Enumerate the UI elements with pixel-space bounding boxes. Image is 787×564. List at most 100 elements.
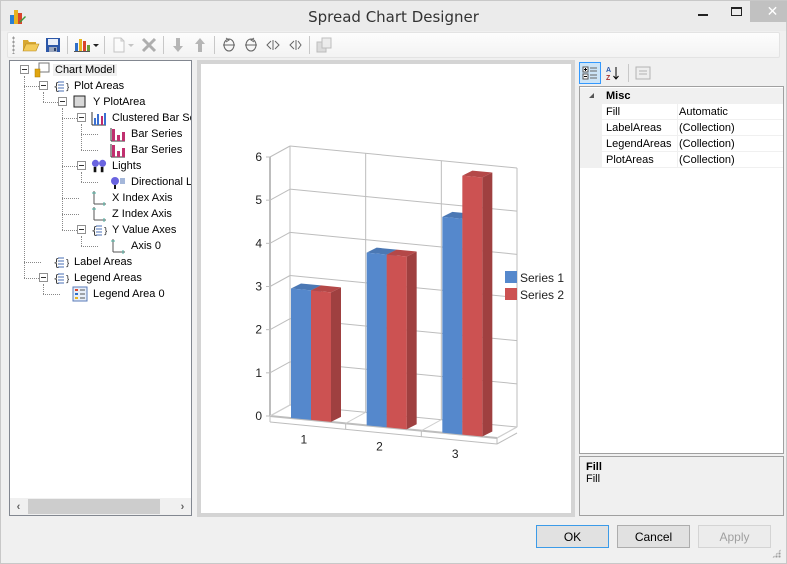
chevron-down-icon — [128, 43, 134, 47]
rotate-y-left-icon — [266, 40, 280, 50]
lights-icon — [91, 158, 107, 174]
scroll-thumb[interactable] — [28, 499, 160, 514]
collapse-toggle[interactable] — [77, 225, 86, 234]
tree-node[interactable]: Bar Series — [110, 142, 184, 158]
tree-node[interactable]: Axis 0 — [110, 238, 163, 254]
tree-node[interactable]: Y PlotArea — [72, 94, 147, 110]
bar-series-1-3 — [442, 216, 463, 435]
collapse-toggle[interactable] — [58, 97, 67, 106]
property-toolbar: AZ — [579, 61, 783, 85]
bar-series-2-2 — [386, 254, 407, 430]
save-button[interactable] — [42, 34, 64, 56]
collapse-toggle[interactable] — [39, 273, 48, 282]
close-button[interactable]: ✕ — [750, 1, 787, 22]
chart-preview: 0 1 2 3 4 5 6 1 2 3 Series 1 Series 2 — [197, 60, 575, 517]
open-button[interactable] — [20, 34, 42, 56]
legend-area-icon — [72, 286, 88, 302]
tree-connector — [81, 124, 82, 150]
apply-button[interactable]: Apply — [698, 525, 771, 548]
move-down-button[interactable] — [167, 34, 189, 56]
property-value[interactable]: Automatic — [677, 103, 728, 120]
collapse-toggle[interactable] — [39, 81, 48, 90]
rotate-x-down-button[interactable] — [218, 34, 240, 56]
tree-node[interactable]: {} Legend Areas — [53, 270, 144, 286]
floor-right-edge — [496, 432, 518, 445]
legend-swatch — [505, 288, 517, 300]
row-gutter — [580, 136, 602, 152]
copy-layout-icon — [316, 37, 332, 53]
copy-layout-button[interactable] — [313, 34, 335, 56]
tree-node-label: Chart Model — [53, 64, 117, 76]
alphabetical-button[interactable]: AZ — [602, 62, 624, 84]
sort-alphabetical-icon: AZ — [606, 67, 619, 81]
property-pages-button[interactable] — [632, 62, 654, 84]
tree-node[interactable]: X Index Axis — [91, 190, 175, 206]
resize-grip[interactable] — [772, 549, 781, 558]
cancel-button[interactable]: Cancel — [617, 525, 690, 548]
tree-connector — [81, 134, 98, 135]
maximize-button[interactable] — [719, 1, 753, 22]
chart-type-dropdown[interactable] — [71, 34, 101, 56]
delete-button[interactable] — [138, 34, 160, 56]
collapse-triangle-icon[interactable] — [589, 93, 594, 98]
property-name: PlotAreas — [606, 153, 654, 166]
tree-node[interactable]: {} Plot Areas — [53, 78, 126, 94]
property-grid: Misc Fill Automatic LabelAreas (Collection)… — [579, 86, 784, 454]
scroll-left-button[interactable]: ‹ — [10, 498, 27, 515]
collection-icon: {} — [91, 222, 107, 238]
tree-node[interactable]: {} Y Value Axes — [91, 222, 178, 238]
property-row[interactable]: LegendAreas (Collection) — [580, 135, 783, 152]
tree-node[interactable]: {} Label Areas — [53, 254, 134, 270]
tree-node[interactable]: Directional Li — [110, 174, 191, 190]
property-row[interactable]: LabelAreas (Collection) — [580, 119, 783, 136]
property-value[interactable]: (Collection) — [677, 135, 735, 152]
property-category-misc[interactable]: Misc — [580, 88, 783, 104]
tree-node[interactable]: Bar Series — [110, 126, 184, 142]
chart-designer-window: Spread Chart Designer ✕ Chart Model {Pl… — [0, 0, 787, 564]
tree-view[interactable]: Chart Model {} Plot Areas Y PlotArea Cluster… — [10, 61, 191, 495]
tree-node-label: Bar Series — [131, 144, 183, 156]
minimize-button[interactable] — [686, 1, 720, 22]
svg-text:A: A — [606, 67, 611, 74]
left-wall-gridline — [269, 318, 291, 331]
tree-connector — [43, 294, 60, 295]
collapse-toggle[interactable] — [77, 161, 86, 170]
tree-node-label: Z Index Axis — [112, 208, 172, 220]
property-value[interactable]: (Collection) — [677, 151, 735, 168]
close-icon: ✕ — [766, 3, 779, 19]
move-up-button[interactable] — [189, 34, 211, 56]
tree-node[interactable]: Legend Area 0 — [72, 286, 167, 302]
move-down-icon — [173, 38, 183, 52]
rotate-y-left-button[interactable] — [262, 34, 284, 56]
x-tick-label: 1 — [300, 432, 307, 446]
categorized-button[interactable] — [579, 62, 601, 84]
scroll-right-button[interactable]: › — [174, 498, 191, 515]
tree-node[interactable]: Lights — [91, 158, 143, 174]
svg-text:}: } — [103, 227, 107, 237]
tree-connector — [81, 236, 82, 246]
property-pages-icon — [635, 66, 651, 80]
property-name: LegendAreas — [606, 137, 672, 150]
y-tick-label: 4 — [255, 236, 262, 250]
rotate-y-right-button[interactable] — [284, 34, 306, 56]
ok-button[interactable]: OK — [536, 525, 609, 548]
tree-node[interactable]: Chart Model — [34, 62, 117, 78]
property-value[interactable]: (Collection) — [677, 119, 735, 136]
axis-icon — [91, 206, 107, 222]
collapse-toggle[interactable] — [77, 113, 86, 122]
floor-separator — [496, 426, 518, 439]
tree-node-label: Legend Area 0 — [93, 288, 165, 300]
tree-node[interactable]: Clustered Bar Se — [91, 110, 191, 126]
bar-series-icon — [110, 126, 126, 142]
toolbar-grip[interactable] — [12, 36, 15, 54]
row-gutter — [580, 104, 602, 120]
tree-connector — [81, 150, 98, 151]
x-tick-label: 3 — [452, 447, 459, 461]
property-row[interactable]: PlotAreas (Collection) — [580, 151, 783, 168]
rotate-x-up-button[interactable] — [240, 34, 262, 56]
property-row[interactable]: Fill Automatic — [580, 103, 783, 120]
new-item-dropdown[interactable] — [108, 34, 138, 56]
tree-horizontal-scrollbar[interactable]: ‹ › — [10, 498, 191, 515]
tree-node[interactable]: Z Index Axis — [91, 206, 174, 222]
collapse-toggle[interactable] — [20, 65, 29, 74]
